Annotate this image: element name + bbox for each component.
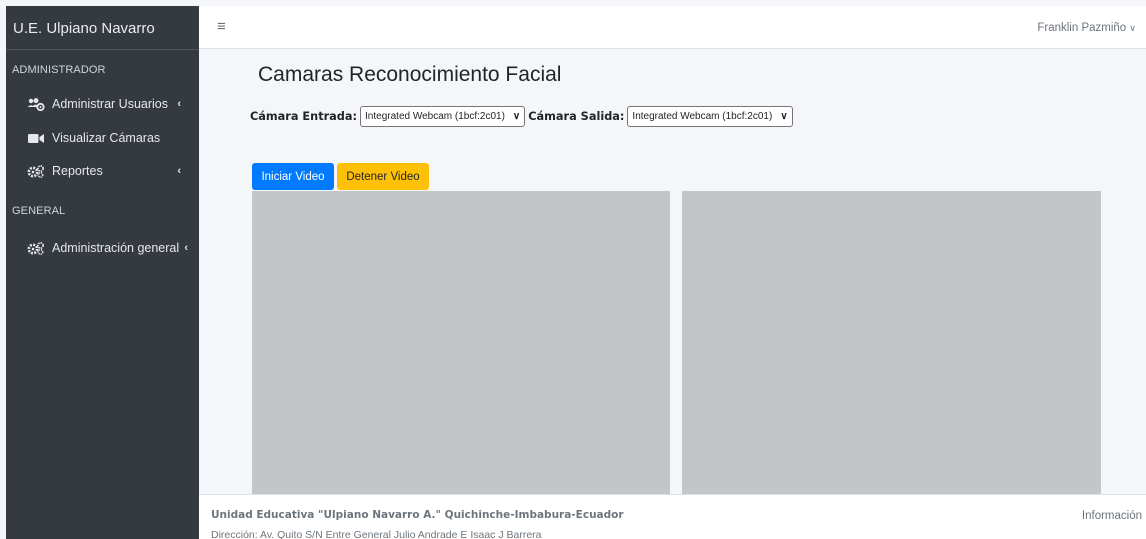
chevron-down-icon: ∨ bbox=[1129, 23, 1136, 33]
entry-camera-video bbox=[252, 191, 670, 494]
sidebar-item-reportes[interactable]: Reportes ‹ bbox=[6, 159, 199, 183]
chevron-down-icon: ∨ bbox=[512, 111, 521, 122]
sidebar: U.E. Ulpiano Navarro ADMINISTRADOR Admin… bbox=[6, 6, 199, 539]
top-navbar: ≡ Franklin Pazmiño ∨ bbox=[199, 6, 1146, 49]
sidebar-item-label: Reportes bbox=[52, 164, 103, 178]
exit-camera-video bbox=[682, 191, 1101, 494]
sidebar-item-administrar-usuarios[interactable]: Administrar Usuarios ‹ bbox=[6, 92, 199, 116]
camera-exit-select[interactable]: Integrated Webcam (1bcf:2c01) ∨ bbox=[627, 106, 793, 127]
chevron-down-icon: ∨ bbox=[780, 111, 788, 122]
camera-exit-label: Cámara Salida: bbox=[528, 110, 625, 123]
user-menu[interactable]: Franklin Pazmiño ∨ bbox=[1037, 22, 1136, 34]
sidebar-item-administracion-general[interactable]: Administración general ‹ bbox=[6, 236, 199, 260]
user-name: Franklin Pazmiño bbox=[1037, 22, 1127, 34]
sidebar-item-label: Visualizar Cámaras bbox=[52, 131, 161, 145]
nav-header-general: GENERAL bbox=[12, 205, 66, 217]
cogs-icon bbox=[26, 164, 46, 178]
app-frame: U.E. Ulpiano Navarro ADMINISTRADOR Admin… bbox=[0, 0, 1146, 539]
hamburger-icon[interactable]: ≡ bbox=[217, 18, 226, 35]
camera-entry-label: Cámara Entrada: bbox=[250, 110, 358, 123]
camera-selectors: Cámara Entrada: Integrated Webcam (1bcf:… bbox=[250, 106, 796, 127]
footer-info-link[interactable]: Información bbox=[1082, 510, 1142, 522]
sidebar-item-visualizar-camaras[interactable]: Visualizar Cámaras bbox=[6, 126, 199, 150]
video-icon bbox=[26, 131, 46, 145]
stop-video-button[interactable]: Detener Video bbox=[337, 163, 429, 190]
camera-entry-value: Integrated Webcam (1bcf:2c01) bbox=[365, 111, 505, 122]
brand-link[interactable]: U.E. Ulpiano Navarro bbox=[6, 6, 199, 50]
footer-address: Dirección: Av. Quito S/N Entre General J… bbox=[211, 529, 542, 539]
chevron-left-icon: ‹ bbox=[177, 165, 181, 177]
nav-header-admin: ADMINISTRADOR bbox=[12, 64, 106, 76]
footer: Unidad Educativa "Ulpiano Navarro A." Qu… bbox=[199, 494, 1146, 539]
camera-entry-select[interactable]: Integrated Webcam (1bcf:2c01) ∨ bbox=[360, 106, 526, 127]
sidebar-item-label: Administrar Usuarios bbox=[52, 97, 169, 111]
chevron-left-icon: ‹ bbox=[177, 98, 181, 110]
start-video-button[interactable]: Iniciar Video bbox=[252, 163, 334, 190]
camera-exit-value: Integrated Webcam (1bcf:2c01) bbox=[632, 111, 773, 122]
users-cog-icon bbox=[26, 97, 46, 111]
page-title: Camaras Reconocimiento Facial bbox=[258, 63, 562, 86]
chevron-left-icon: ‹ bbox=[184, 242, 188, 254]
footer-title: Unidad Educativa "Ulpiano Navarro A." Qu… bbox=[211, 509, 624, 521]
cogs-icon bbox=[26, 241, 46, 255]
sidebar-item-label: Administración general bbox=[52, 241, 180, 255]
